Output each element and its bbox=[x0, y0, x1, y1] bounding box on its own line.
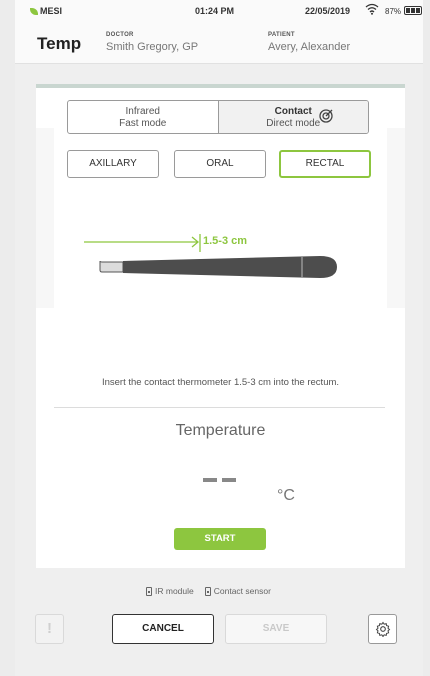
brand-logo: MESI bbox=[30, 6, 62, 16]
patient-info: PATIENT Avery, Alexander bbox=[268, 32, 350, 53]
cancel-button[interactable]: CANCEL bbox=[112, 614, 214, 644]
patient-label: PATIENT bbox=[268, 32, 295, 38]
status-bar: MESI 01:24 PM 22/05/2019 87% bbox=[15, 0, 423, 22]
site-rectal-button[interactable]: RECTAL bbox=[279, 150, 371, 178]
mode-infrared-option[interactable]: Infrared Fast mode bbox=[68, 101, 218, 133]
temperature-unit: °C bbox=[277, 487, 295, 504]
doctor-name: Smith Gregory, GP bbox=[106, 41, 199, 53]
exclamation-icon: ! bbox=[47, 620, 52, 637]
value-dash bbox=[222, 478, 236, 482]
module-icon bbox=[146, 586, 152, 596]
save-button[interactable]: SAVE bbox=[225, 614, 327, 644]
contact-sensor-label: Contact sensor bbox=[213, 586, 271, 596]
mode-contact-title: Contact bbox=[274, 106, 312, 117]
mode-infrared-title: Infrared bbox=[125, 106, 160, 117]
brand-name: MESI bbox=[40, 6, 63, 16]
mode-contact-option[interactable]: Contact Direct mode bbox=[217, 101, 368, 133]
alert-button[interactable]: ! bbox=[35, 614, 64, 644]
value-dash bbox=[203, 478, 217, 482]
module-indicators: IR module Contact sensor bbox=[146, 586, 271, 596]
settings-button[interactable] bbox=[368, 614, 397, 644]
divider bbox=[54, 407, 385, 408]
page-title: Temp bbox=[37, 34, 82, 53]
mode-infrared-subtitle: Fast mode bbox=[119, 118, 167, 129]
depth-label: 1.5-3 cm bbox=[203, 235, 248, 247]
mode-contact-subtitle: Direct mode bbox=[266, 118, 321, 129]
battery-icon bbox=[404, 6, 422, 15]
site-axillary-button[interactable]: AXILLARY bbox=[67, 150, 159, 178]
ir-module-indicator: IR module bbox=[146, 586, 194, 596]
site-oral-button[interactable]: ORAL bbox=[174, 150, 266, 178]
doctor-label: DOCTOR bbox=[106, 32, 134, 38]
instruction-text: Insert the contact thermometer 1.5-3 cm … bbox=[101, 377, 340, 388]
thermometer-illustration: 1.5-3 cm bbox=[80, 226, 342, 286]
sensor-icon bbox=[204, 586, 211, 596]
leaf-icon bbox=[30, 7, 38, 15]
gear-icon bbox=[375, 621, 390, 637]
app-header: Temp DOCTOR Smith Gregory, GP PATIENT Av… bbox=[15, 22, 423, 64]
doctor-info: DOCTOR Smith Gregory, GP bbox=[106, 32, 198, 53]
battery-percent: 87% bbox=[385, 7, 402, 16]
ir-module-label: IR module bbox=[155, 586, 194, 596]
contact-sensor-indicator: Contact sensor bbox=[204, 586, 271, 596]
status-date: 22/05/2019 bbox=[305, 6, 351, 16]
temperature-value bbox=[203, 478, 236, 482]
target-icon bbox=[318, 108, 334, 129]
status-time: 01:24 PM bbox=[195, 6, 235, 16]
start-button[interactable]: START bbox=[174, 528, 266, 550]
wifi-icon bbox=[365, 3, 379, 18]
temperature-label: Temperature bbox=[175, 422, 266, 439]
patient-name: Avery, Alexander bbox=[268, 41, 351, 53]
